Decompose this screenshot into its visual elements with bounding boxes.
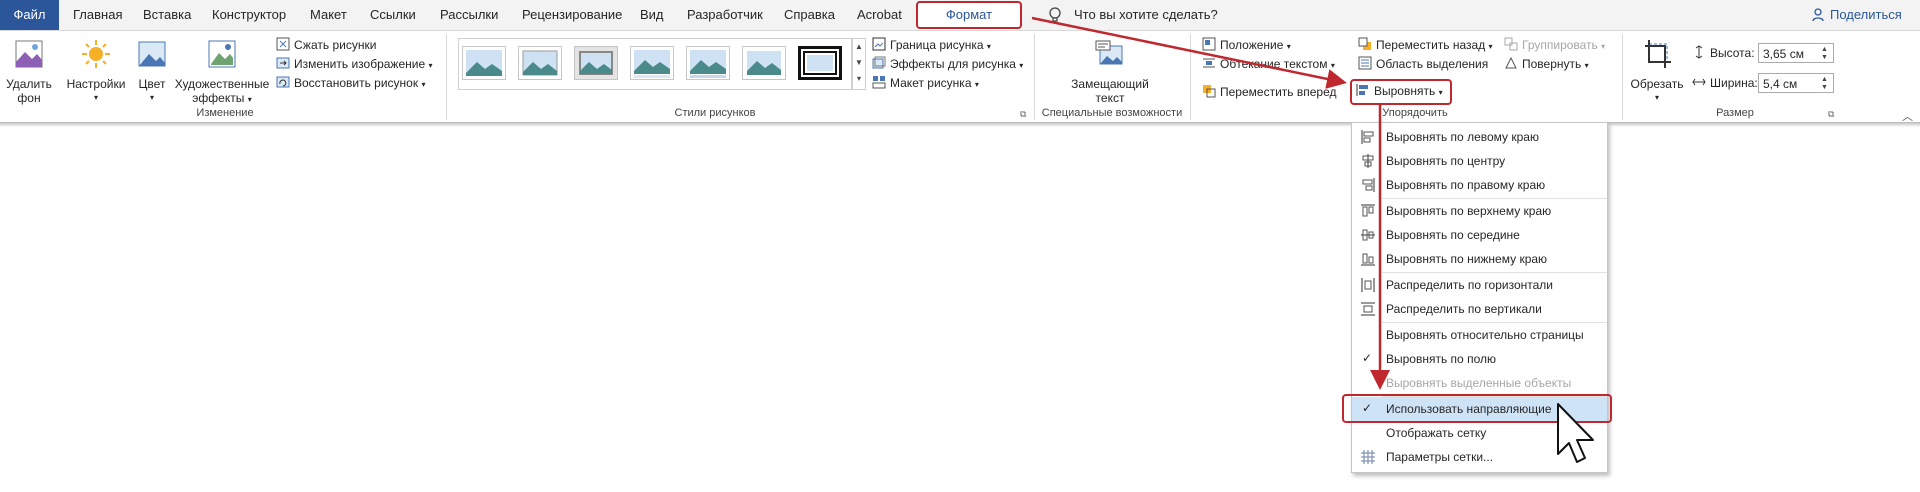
annotation-arrows bbox=[1031, 16, 1390, 390]
mouse-cursor-icon bbox=[1557, 403, 1594, 463]
